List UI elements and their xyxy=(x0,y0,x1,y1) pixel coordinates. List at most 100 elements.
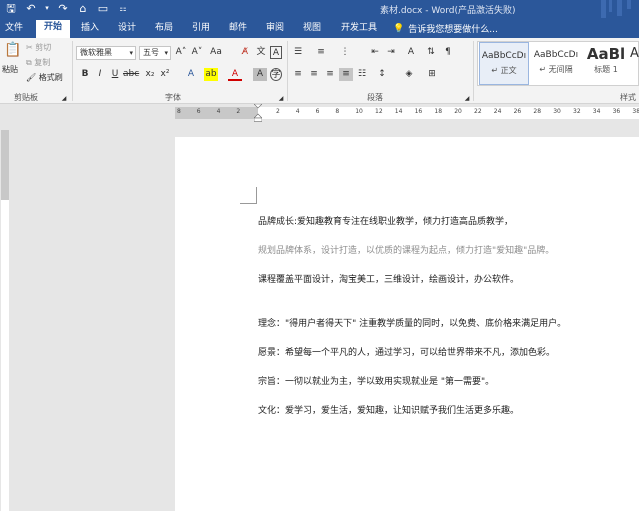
document-paragraph[interactable]: 品牌成长:爱知趣教育专注在线职业教学，倾力打造高品质教学， xyxy=(258,214,513,227)
tab-insert[interactable]: 插入 xyxy=(78,21,102,38)
document-paragraph[interactable]: 文化：爱学习，爱生活，爱知趣，让知识赋予我们生活更多乐趣。 xyxy=(258,403,519,416)
style-sample: AaBbCcDı xyxy=(481,51,527,61)
enclose-char-icon[interactable]: 字 xyxy=(270,68,282,81)
font-size-box[interactable]: 五号 ▾ xyxy=(139,46,171,60)
justify-icon[interactable]: ≡ xyxy=(339,68,353,81)
style-heading-1[interactable]: AaBl 标题 1 xyxy=(583,42,629,85)
text-effects-icon[interactable]: A xyxy=(184,68,198,81)
ruler-tick-label: 6 xyxy=(196,108,201,115)
increase-indent-icon[interactable]: ⇥ xyxy=(384,46,398,59)
separator xyxy=(473,41,474,101)
phonetic-guide-icon[interactable]: 文 xyxy=(254,46,268,59)
style-name: ↵ 无间隔 xyxy=(539,65,573,74)
undo-icon[interactable]: ↶ xyxy=(24,2,38,15)
line-spacing-icon[interactable]: ↕ xyxy=(375,68,389,81)
vertical-ruler[interactable] xyxy=(1,130,9,511)
highlight-icon[interactable]: ab xyxy=(204,68,218,81)
chinese-layout-icon[interactable]: A xyxy=(404,46,418,59)
ruler-tick-label: 4 xyxy=(295,108,300,115)
tab-layout[interactable]: 布局 xyxy=(152,21,176,38)
font-name-box[interactable]: 微软雅黑 ▾ xyxy=(76,46,136,60)
tab-developer[interactable]: 开发工具 xyxy=(337,21,381,38)
document-paragraph[interactable]: 规划品牌体系，设计打造，以优质的课程为起点，倾力打造"爱知趣"品牌。 xyxy=(258,243,554,256)
ruler-tick-label: 36 xyxy=(612,108,621,115)
clipboard-group-label: 剪贴板 xyxy=(14,93,38,102)
customize-qat-icon[interactable]: ⚏ xyxy=(116,2,130,15)
clear-format-icon[interactable]: A̸ xyxy=(238,46,252,59)
tab-view[interactable]: 视图 xyxy=(300,21,324,38)
ruler-tick-label: 2 xyxy=(276,108,280,115)
paste-button[interactable]: 粘贴 xyxy=(2,64,18,76)
tell-me-box[interactable]: 💡 告诉我您想要做什么... xyxy=(393,22,498,36)
ruler-tick-label: 32 xyxy=(573,108,581,115)
bold-icon[interactable]: B xyxy=(78,68,92,81)
format-painter-button[interactable]: 🖌 格式刷 xyxy=(26,72,63,84)
align-right-icon[interactable]: ≡ xyxy=(323,68,337,81)
sort-icon[interactable]: ⇅ xyxy=(424,46,438,59)
italic-icon[interactable]: I xyxy=(93,68,107,81)
shrink-font-icon[interactable]: A˅ xyxy=(190,46,204,59)
indent-marker-icon[interactable] xyxy=(254,104,262,122)
tab-mailings[interactable]: 邮件 xyxy=(226,21,250,38)
new-doc-icon[interactable]: ▭ xyxy=(96,2,110,15)
tab-references[interactable]: 引用 xyxy=(189,21,213,38)
tab-home[interactable]: 开始 xyxy=(36,20,70,38)
show-marks-icon[interactable]: ¶ xyxy=(441,46,455,59)
numbering-icon[interactable]: ≡ xyxy=(314,46,328,59)
grow-font-icon[interactable]: A˄ xyxy=(174,46,188,59)
ruler-tick-label: 8 xyxy=(335,108,340,115)
ruler-tick-label: 28 xyxy=(533,108,542,115)
tab-file[interactable]: 文件 xyxy=(2,21,26,38)
style-normal[interactable]: AaBbCcDı ↵ 正文 xyxy=(479,42,529,85)
paste-icon[interactable]: 📋 xyxy=(4,43,21,60)
ruler-tick-label: 30 xyxy=(553,108,561,115)
window-title: 素材.docx - Word(产品激活失败) xyxy=(380,6,516,16)
ruler-tick-label: 16 xyxy=(414,108,423,115)
format-painter-label: 格式刷 xyxy=(38,73,63,82)
strikethrough-icon[interactable]: abc xyxy=(123,68,139,81)
decorative-stripes xyxy=(601,0,631,18)
change-case-icon[interactable]: Aa xyxy=(207,46,225,59)
align-left-icon[interactable]: ≡ xyxy=(291,68,305,81)
char-border-icon[interactable]: A xyxy=(270,46,282,59)
decrease-indent-icon[interactable]: ⇤ xyxy=(368,46,382,59)
chevron-down-icon: ▾ xyxy=(164,49,168,57)
subscript-icon[interactable]: x₂ xyxy=(143,68,157,81)
copy-button[interactable]: ⧉ 复制 xyxy=(26,57,50,69)
save-icon[interactable]: 🖫 xyxy=(4,2,18,15)
document-paragraph[interactable]: 课程覆盖平面设计，淘宝美工，三维设计，绘画设计，办公软件。 xyxy=(258,272,519,285)
ruler-tick-label: 38 xyxy=(632,108,639,115)
tab-review[interactable]: 审阅 xyxy=(263,21,287,38)
char-shading-icon[interactable]: A xyxy=(253,68,267,81)
paragraph-group-label: 段落 xyxy=(367,93,383,102)
styles-gallery: AaBbCcDı ↵ 正文 AaBbCcDı ↵ 无间隔 AaBl 标题 1 A xyxy=(477,41,639,86)
style-name: ↵ 正文 xyxy=(491,66,517,75)
underline-icon[interactable]: U xyxy=(108,68,122,81)
ruler-tick-label: 6 xyxy=(315,108,320,115)
distribute-icon[interactable]: ☷ xyxy=(355,68,369,81)
font-name: 微软雅黑 xyxy=(80,48,112,57)
shading-icon[interactable]: ◈ xyxy=(402,68,416,81)
borders-icon[interactable]: ⊞ xyxy=(425,68,439,81)
multilevel-list-icon[interactable]: ⋮ xyxy=(338,46,352,59)
quick-access-toolbar: 🖫 ↶ ▾ ↷ ⌂ ▭ ⚏ xyxy=(4,2,130,15)
document-paragraph[interactable]: 愿景：希望每一个平凡的人，通过学习，可以给世界带来不凡，添加色彩。 xyxy=(258,345,555,358)
touch-mode-icon[interactable]: ⌂ xyxy=(76,2,90,15)
superscript-icon[interactable]: x² xyxy=(158,68,172,81)
style-no-spacing[interactable]: AaBbCcDı ↵ 无间隔 xyxy=(531,42,581,85)
font-color-icon[interactable]: A xyxy=(228,68,242,81)
tab-design[interactable]: 设计 xyxy=(115,21,139,38)
horizontal-ruler[interactable]: 8 6 4 2 2 4 6 8 10 12 14 16 18 20 22 24 26 28 30 32 34 36 38 xyxy=(175,107,639,119)
undo-dropdown-icon[interactable]: ▾ xyxy=(44,2,50,15)
document-paragraph[interactable]: 理念："得用户者得天下" 注重教学质量的同时，以免费、底价格来满足用户。 xyxy=(258,316,566,329)
cut-button[interactable]: ✂ 剪切 xyxy=(26,42,51,54)
document-paragraph[interactable]: 宗旨：一彻以就业为主，学以致用实现就业是 "第一需要"。 xyxy=(258,374,494,387)
redo-icon[interactable]: ↷ xyxy=(56,2,70,15)
align-center-icon[interactable]: ≡ xyxy=(307,68,321,81)
bullets-icon[interactable]: ☰ xyxy=(291,46,305,59)
separator xyxy=(287,41,288,101)
separator xyxy=(72,41,73,101)
style-heading-2[interactable]: A xyxy=(630,42,639,85)
style-sample: A xyxy=(630,46,639,61)
lightbulb-icon: 💡 xyxy=(393,23,405,34)
